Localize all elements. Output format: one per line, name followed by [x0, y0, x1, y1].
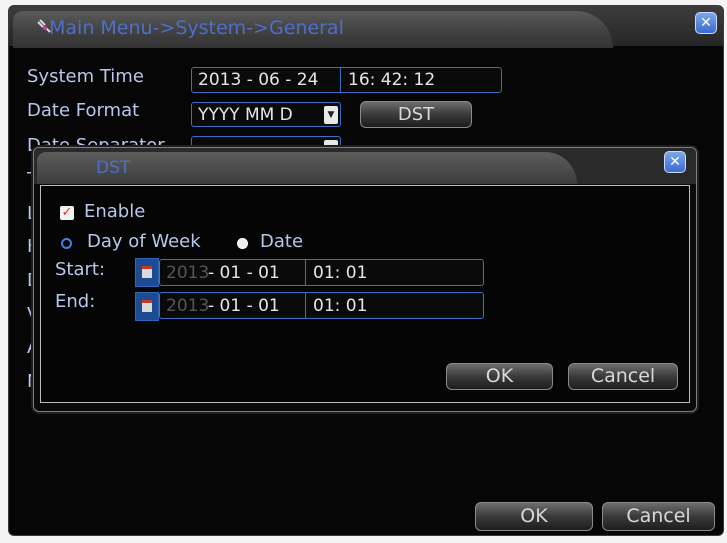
end-label: End: — [55, 291, 96, 312]
window-title: Main Menu->System->General — [49, 17, 344, 39]
dst-cancel-button[interactable]: Cancel — [568, 363, 678, 390]
enable-label: Enable — [84, 201, 146, 222]
end-month-day[interactable]: - 01 - 01 — [208, 294, 280, 318]
day-of-week-label: Day of Week — [87, 231, 201, 252]
start-label: Start: — [55, 259, 106, 280]
ok-button[interactable]: OK — [475, 502, 593, 531]
close-icon: ✕ — [669, 154, 681, 170]
dst-title: DST — [96, 158, 131, 178]
end-year: 2013 — [166, 296, 210, 316]
dst-dialog: DST ✕ ✓ Enable Day of Week Date Start: 2… — [33, 147, 697, 412]
dst-ok-button[interactable]: OK — [446, 363, 553, 390]
system-time-label: System Time — [27, 66, 144, 87]
date-format-label: Date Format — [27, 100, 140, 121]
date-mode-label: Date — [260, 231, 304, 252]
date-format-value: YYYY MM D — [198, 105, 293, 125]
radio-day-of-week[interactable] — [61, 238, 72, 249]
segment-divider — [340, 68, 341, 92]
segment-divider — [305, 260, 306, 285]
radio-date[interactable] — [237, 238, 248, 249]
start-month-day[interactable]: - 01 - 01 — [208, 261, 280, 285]
end-time[interactable]: 01: 01 — [313, 294, 367, 318]
close-button[interactable]: ✕ — [695, 12, 717, 34]
start-time[interactable]: 01: 01 — [313, 261, 367, 285]
system-clock-value[interactable]: 16: 42: 12 — [348, 68, 435, 92]
start-year: 2013 — [166, 263, 210, 283]
cancel-button[interactable]: Cancel — [602, 502, 715, 531]
system-time-field[interactable]: 2013 - 06 - 24 16: 42: 12 — [191, 67, 502, 93]
dst-content-panel: ✓ Enable Day of Week Date Start: 2013 - … — [40, 185, 690, 403]
start-datetime-field[interactable]: 2013 - 01 - 01 01: 01 — [159, 259, 484, 286]
segment-divider — [305, 293, 306, 318]
dst-button[interactable]: DST — [360, 101, 472, 128]
close-icon: ✕ — [700, 15, 712, 31]
end-calendar-icon[interactable] — [135, 292, 159, 321]
chevron-down-icon[interactable]: ▼ — [324, 106, 338, 124]
system-date-value[interactable]: 2013 - 06 - 24 — [198, 68, 318, 92]
enable-checkbox[interactable]: ✓ — [60, 206, 74, 220]
dst-close-button[interactable]: ✕ — [664, 151, 686, 173]
checkmark-icon: ✓ — [61, 205, 73, 220]
end-datetime-field[interactable]: 2013 - 01 - 01 01: 01 — [159, 292, 484, 319]
start-calendar-icon[interactable] — [135, 258, 159, 287]
date-format-select[interactable]: YYYY MM D ▼ — [191, 102, 341, 127]
